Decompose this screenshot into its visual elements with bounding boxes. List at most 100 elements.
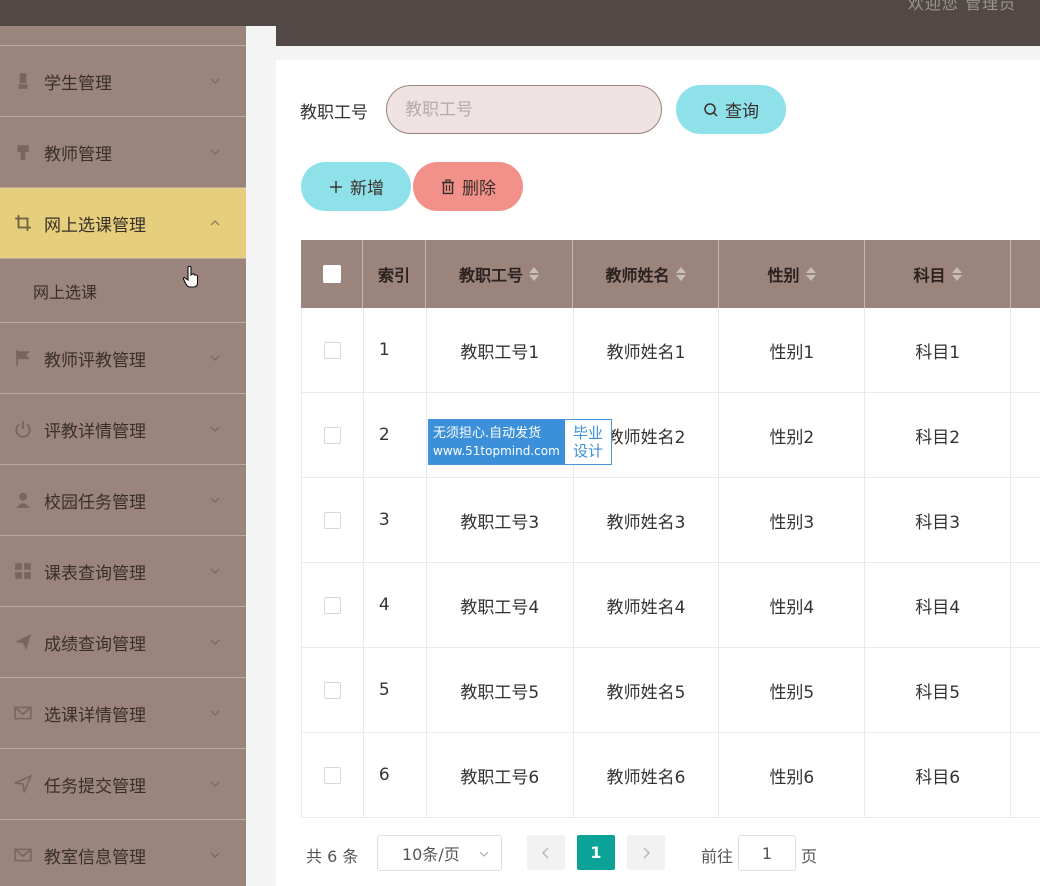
chevron-down-icon <box>210 78 220 84</box>
cell-index: 1 <box>364 308 427 392</box>
user-icon <box>14 491 32 509</box>
chevron-down-icon <box>210 355 220 361</box>
sidebar-item-task-submit[interactable]: 任务提交管理 <box>0 749 246 820</box>
chevron-down-icon <box>479 851 489 857</box>
table-row: 6 教职工号6 教师姓名6 性别6 科目6 <box>301 733 1040 818</box>
chevron-down-icon <box>210 426 220 432</box>
sort-icon[interactable] <box>951 267 962 281</box>
cell-index: 2 <box>364 393 427 477</box>
sidebar-item-campus-task[interactable]: 校园任务管理 <box>0 465 246 536</box>
watermark-badge1: 毕业 <box>572 424 603 442</box>
row-checkbox-cell <box>302 393 364 477</box>
cell-staff-id: 教职工号6 <box>427 733 574 817</box>
search-icon <box>704 102 718 117</box>
submenu-item-online-course[interactable]: 网上选课 <box>0 259 246 323</box>
add-button[interactable]: 新增 <box>301 162 411 211</box>
add-button-label: 新增 <box>350 179 384 199</box>
sidebar-item-student[interactable]: 学生管理 <box>0 46 246 117</box>
sort-icon[interactable] <box>805 267 816 281</box>
column-header-gender[interactable]: 性别 <box>719 240 865 308</box>
row-checkbox[interactable] <box>323 681 341 699</box>
cell-more <box>1011 733 1040 817</box>
sidebar-item-course-detail[interactable]: 选课详情管理 <box>0 678 246 749</box>
sort-icon[interactable] <box>675 267 686 281</box>
row-checkbox[interactable] <box>323 766 341 784</box>
select-all-cell <box>301 240 363 308</box>
page-size-value: 10条/页 <box>402 845 460 864</box>
plus-icon <box>330 180 342 193</box>
cell-more <box>1011 478 1040 562</box>
sidebar-item-grades[interactable]: 成绩查询管理 <box>0 607 246 678</box>
cell-staff-id: 教职工号3 <box>427 478 574 562</box>
location-icon <box>14 775 32 793</box>
sidebar-item-teacher[interactable]: 教师管理 <box>0 117 246 188</box>
sidebar-item-label: 教室信息管理 <box>44 847 146 868</box>
column-header-subject[interactable]: 科目 <box>865 240 1011 308</box>
sidebar-item-schedule[interactable]: 课表查询管理 <box>0 536 246 607</box>
cell-subject: 科目6 <box>865 733 1012 817</box>
trash-icon <box>442 178 454 194</box>
sidebar-top <box>0 26 246 46</box>
search-label: 教职工号 <box>300 103 368 123</box>
sidebar-item-evaluation-detail[interactable]: 评教详情管理 <box>0 394 246 465</box>
column-header-index: 索引 <box>363 240 426 308</box>
delete-button[interactable]: 删除 <box>413 162 523 211</box>
query-button-label: 查询 <box>725 102 759 122</box>
watermark-text: 无须担心.自动发货 www.51topmind.com <box>429 420 565 464</box>
cell-gender: 性别3 <box>719 478 866 562</box>
sidebar-item-label: 成绩查询管理 <box>44 634 146 655</box>
cell-staff-id: 教职工号4 <box>427 563 574 647</box>
prev-page-button[interactable] <box>527 835 565 870</box>
cell-gender: 性别2 <box>719 393 866 477</box>
page-number-current[interactable]: 1 <box>577 835 615 870</box>
select-all-checkbox[interactable] <box>322 265 341 283</box>
cell-gender: 性别6 <box>719 733 866 817</box>
query-button[interactable]: 查询 <box>676 85 786 134</box>
cell-subject: 科目2 <box>865 393 1012 477</box>
table-row: 4 教职工号4 教师姓名4 性别4 科目4 <box>301 563 1040 648</box>
sidebar-item-classroom[interactable]: 教室信息管理 <box>0 820 246 886</box>
cell-index: 6 <box>364 733 427 817</box>
row-checkbox[interactable] <box>323 511 341 529</box>
search-input[interactable] <box>386 85 662 134</box>
next-page-button[interactable] <box>627 835 665 870</box>
row-checkbox[interactable] <box>323 341 341 359</box>
cell-more <box>1011 648 1040 732</box>
row-checkbox-cell <box>302 308 364 392</box>
column-header-staff-id[interactable]: 教职工号 <box>426 240 573 308</box>
column-header-label: 教师姓名 <box>605 266 670 285</box>
table-row: 2 教职工号2 教师姓名2 性别2 科目2 <box>301 393 1040 478</box>
tabs-strip <box>276 26 1040 46</box>
top-bar: 欢迎您 管理员 <box>0 0 1040 26</box>
sidebar-item-teacher-evaluation[interactable]: 教师评教管理 <box>0 323 246 394</box>
sidebar-item-label: 网上选课管理 <box>44 215 146 236</box>
row-checkbox-cell <box>302 733 364 817</box>
cell-teacher-name: 教师姓名5 <box>574 648 720 732</box>
pagination-total: 共 6 条 <box>306 847 359 866</box>
table-row: 5 教职工号5 教师姓名5 性别5 科目5 <box>301 648 1040 733</box>
watermark-banner: 无须担心.自动发货 www.51topmind.com 毕业 设计 <box>428 419 612 465</box>
cell-teacher-name: 教师姓名4 <box>574 563 720 647</box>
chevron-right-icon <box>643 847 650 858</box>
sidebar-item-label: 任务提交管理 <box>44 776 146 797</box>
cell-subject: 科目5 <box>865 648 1012 732</box>
jump-page-input[interactable] <box>738 835 796 871</box>
column-header-more <box>1011 240 1040 308</box>
delete-button-label: 删除 <box>462 179 496 199</box>
row-checkbox[interactable] <box>323 426 341 444</box>
cell-gender: 性别1 <box>719 308 866 392</box>
column-header-teacher-name[interactable]: 教师姓名 <box>573 240 719 308</box>
chevron-down-icon <box>210 781 220 787</box>
data-table: 索引 教职工号 教师姓名 性别 科目 1 教职工号1 教师姓名1 性别1 科目1… <box>301 240 1040 818</box>
page-size-select[interactable]: 10条/页 <box>377 835 502 871</box>
cell-teacher-name: 教师姓名3 <box>574 478 720 562</box>
cell-index: 5 <box>364 648 427 732</box>
row-checkbox[interactable] <box>323 596 341 614</box>
cell-staff-id: 教职工号5 <box>427 648 574 732</box>
sidebar-item-label: 教师管理 <box>44 144 112 165</box>
cell-more <box>1011 563 1040 647</box>
sort-icon[interactable] <box>529 267 539 281</box>
sidebar-item-online-course[interactable]: 网上选课管理 <box>0 188 246 259</box>
cell-subject: 科目3 <box>865 478 1012 562</box>
watermark-badge: 毕业 设计 <box>565 420 611 464</box>
